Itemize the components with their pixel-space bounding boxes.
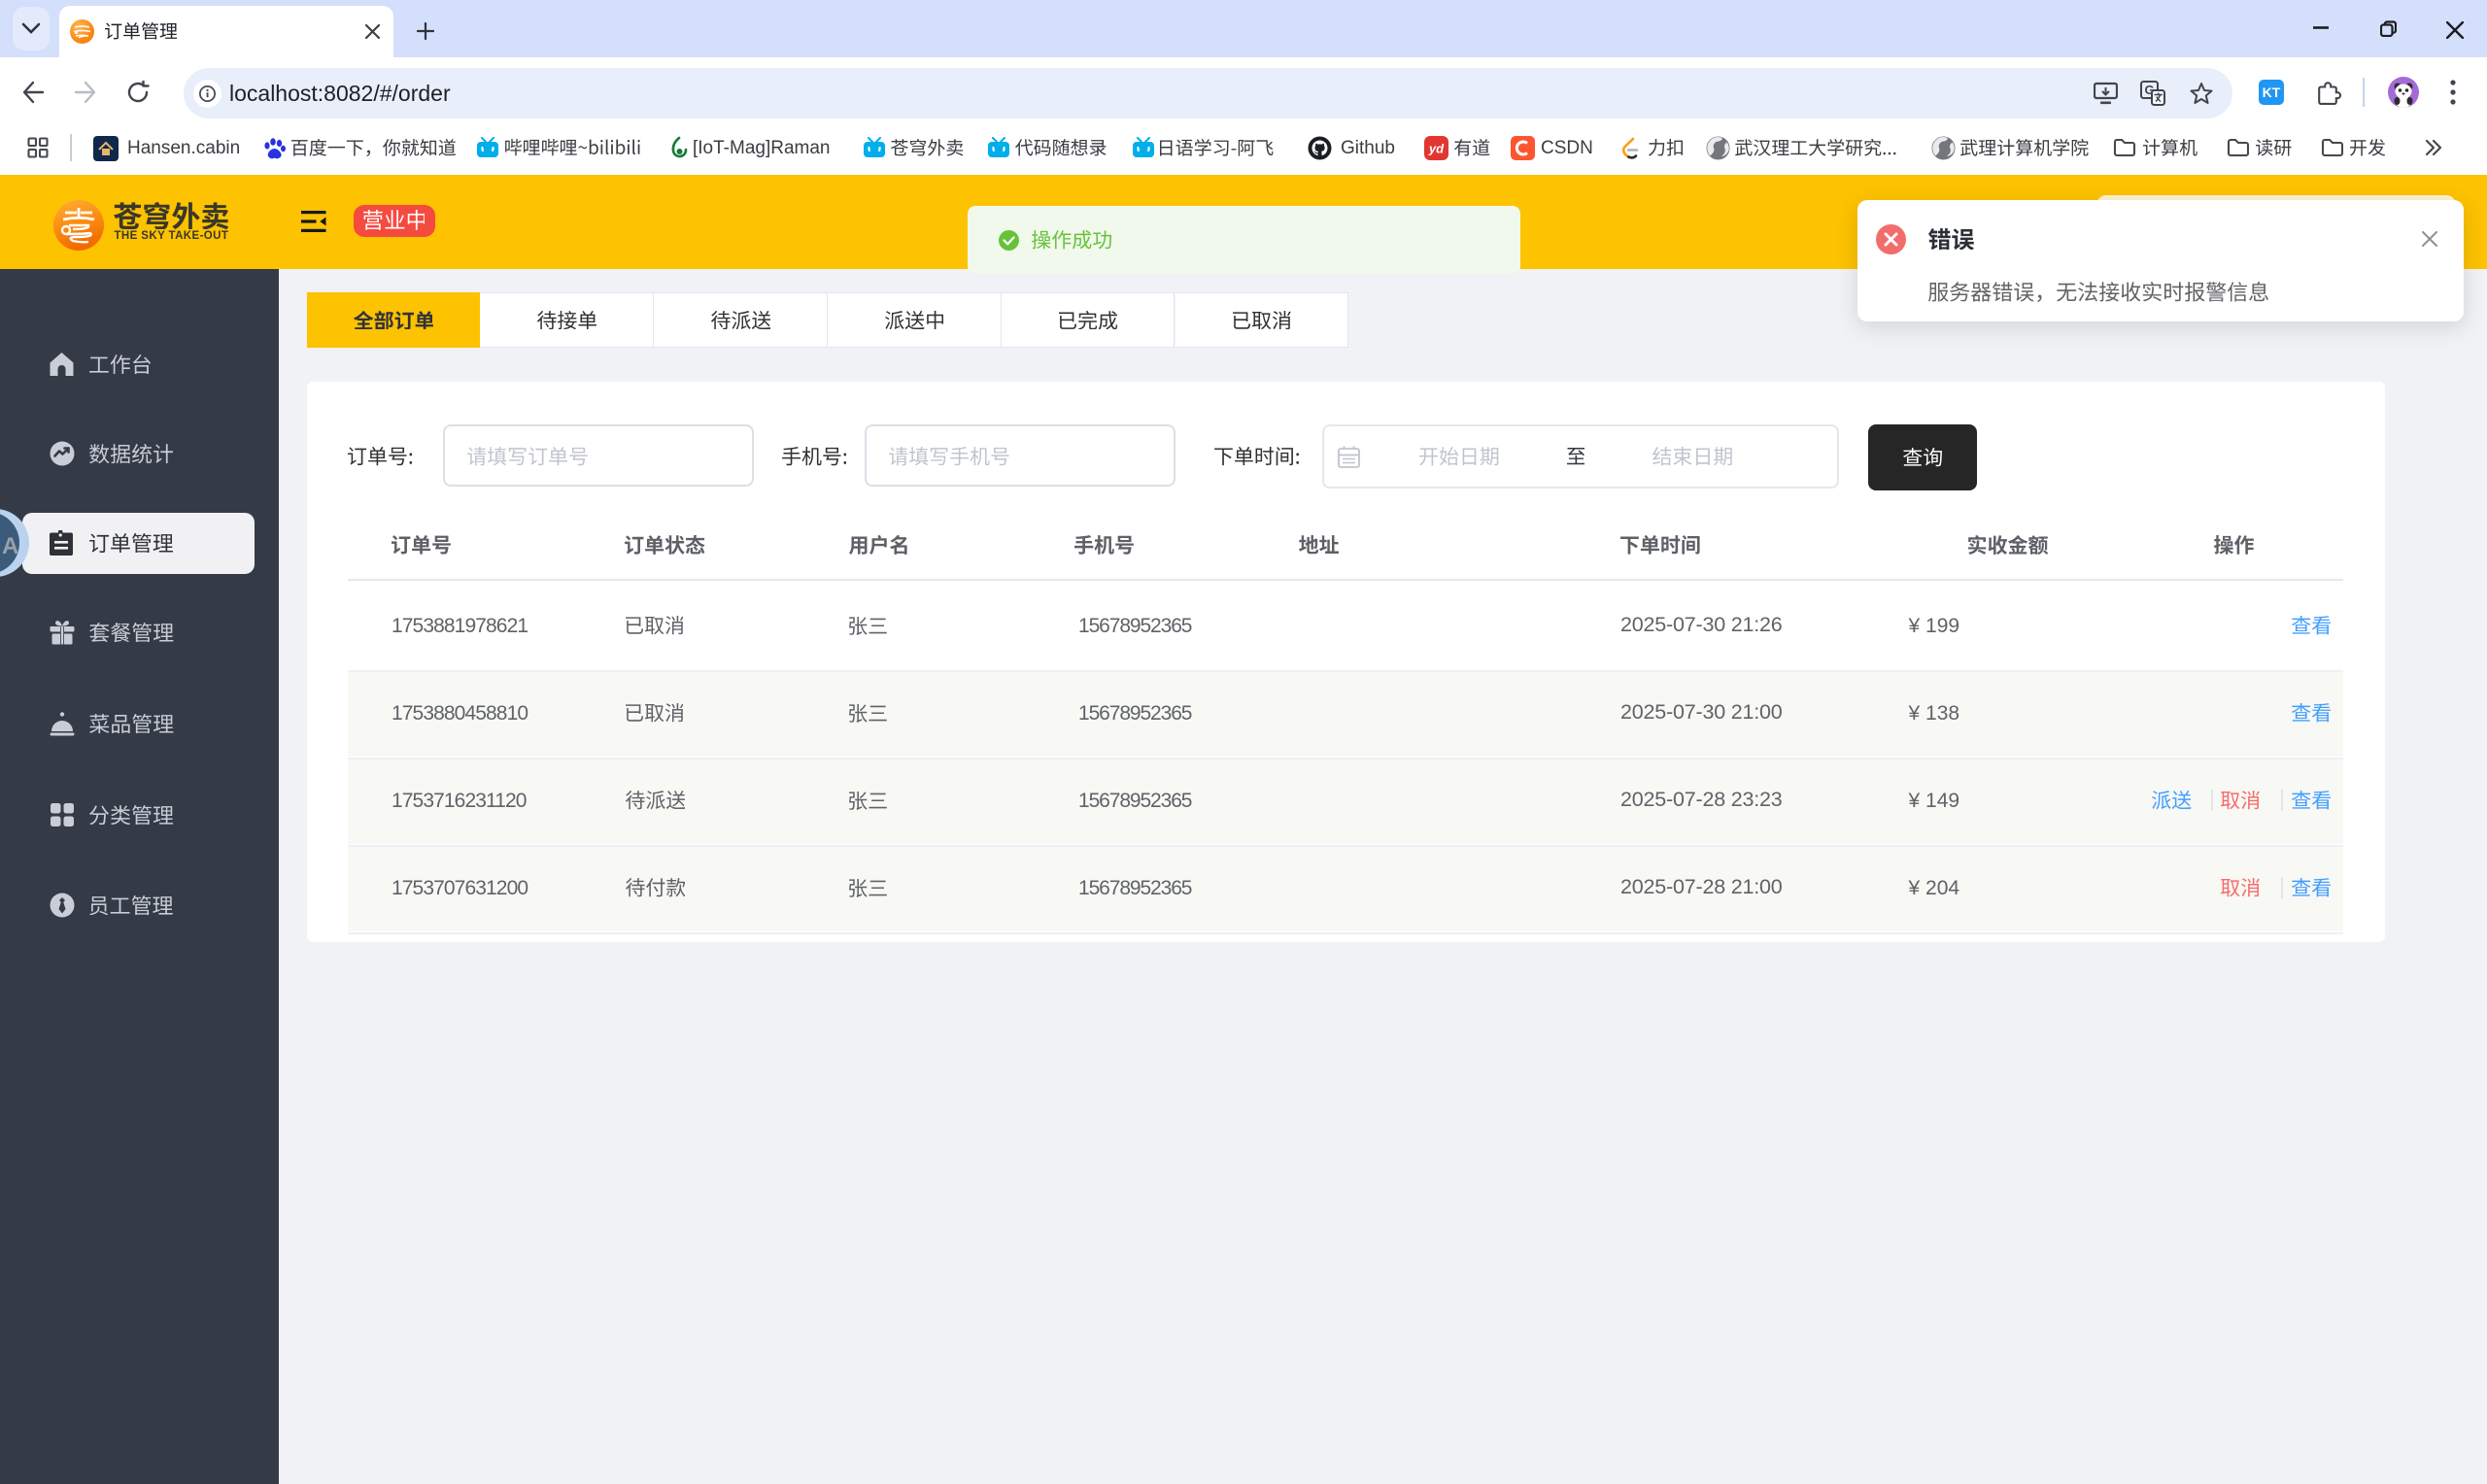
svg-text:yd: yd — [1428, 142, 1445, 156]
